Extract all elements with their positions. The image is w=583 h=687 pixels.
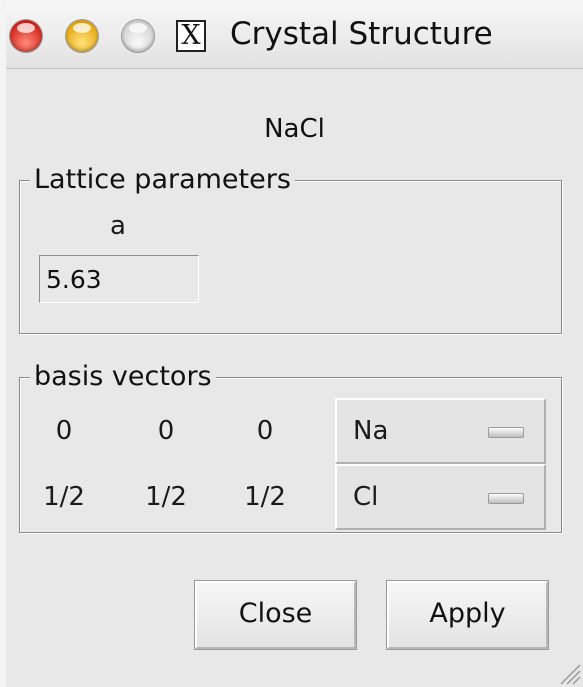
crystal-structure-window: X Crystal Structure NaCl Lattice paramet… (0, 0, 583, 687)
basis-row-1-x: 0 (55, 416, 73, 446)
basis-vectors-legend: basis vectors (30, 360, 216, 394)
zoom-window-icon[interactable] (122, 20, 154, 52)
crystal-name-label: NaCl (264, 114, 325, 144)
lattice-param-a-label: a (110, 211, 126, 241)
basis-row-2-y: 1/2 (145, 482, 187, 512)
basis-row-1-z: 0 (256, 416, 274, 446)
lattice-param-a-input[interactable] (39, 255, 199, 303)
close-window-icon[interactable] (10, 20, 42, 52)
apply-button[interactable]: Apply (387, 581, 548, 649)
basis-vectors-group: basis vectors 0 0 0 Na 1/2 1/2 1/2 Cl (19, 360, 562, 533)
window-title: Crystal Structure (230, 16, 493, 52)
basis-row-1-element: Na (353, 416, 389, 446)
lattice-parameters-group: Lattice parameters a (19, 163, 562, 334)
basis-row-2-z: 1/2 (244, 482, 286, 512)
title-bar[interactable]: X Crystal Structure (6, 0, 583, 69)
basis-row-2-element-menu[interactable]: Cl (335, 464, 546, 530)
option-menu-indicator-icon (488, 493, 524, 504)
x11-icon: X (176, 20, 206, 52)
basis-row-2-x: 1/2 (43, 482, 85, 512)
minimize-window-icon[interactable] (66, 20, 98, 52)
resize-grip-icon[interactable] (555, 659, 581, 685)
close-button[interactable]: Close (195, 581, 356, 649)
basis-row-2-element: Cl (353, 482, 379, 512)
basis-row-1-y: 0 (157, 416, 175, 446)
basis-row-1-element-menu[interactable]: Na (335, 398, 546, 464)
option-menu-indicator-icon (488, 427, 524, 438)
lattice-parameters-legend: Lattice parameters (30, 163, 295, 197)
